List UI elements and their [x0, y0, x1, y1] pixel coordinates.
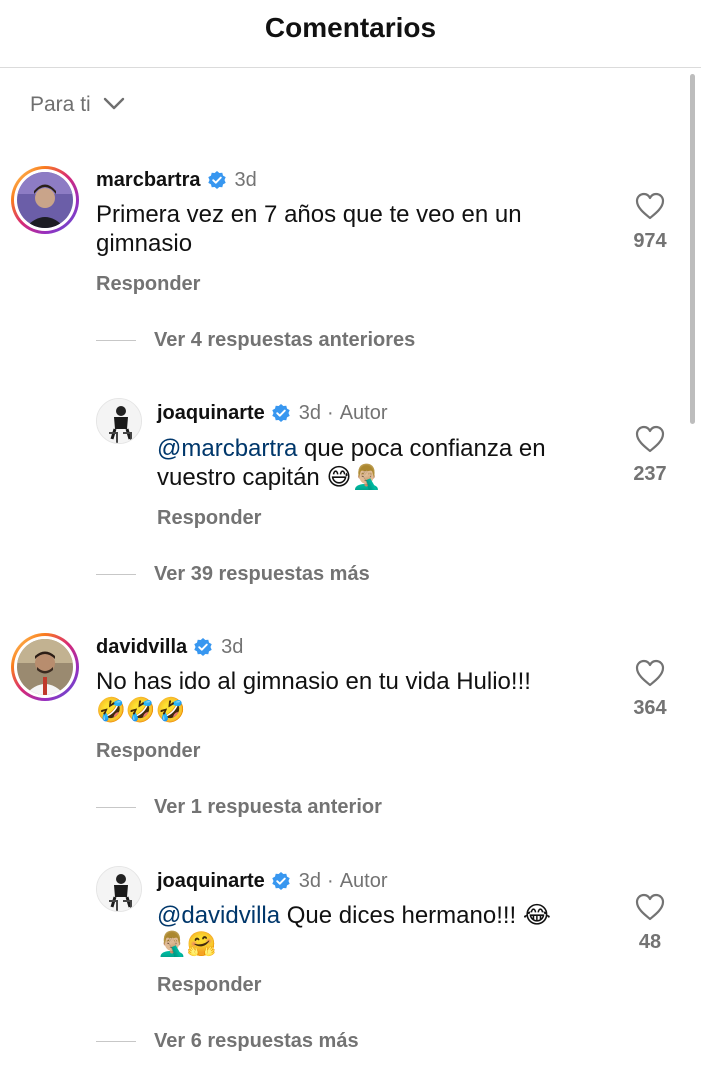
comment-time: 3d: [221, 635, 244, 658]
comment-text: No has ido al gimnasio en tu vida Hulio!…: [96, 668, 531, 724]
sort-label: Para ti: [30, 93, 91, 116]
divider: [96, 573, 136, 575]
username[interactable]: joaquinarte: [157, 870, 265, 893]
avatar[interactable]: [11, 633, 79, 701]
like-count: 364: [633, 697, 667, 719]
reply-button[interactable]: Responder: [96, 273, 200, 296]
view-replies-button[interactable]: Ver 6 respuestas más: [96, 1027, 359, 1055]
chevron-down-icon: [103, 93, 125, 117]
mention-link[interactable]: @marcbartra: [157, 435, 297, 462]
avatar[interactable]: [11, 166, 79, 234]
verified-badge-icon: [207, 170, 227, 190]
avatar[interactable]: [96, 866, 142, 912]
page-title: Comentarios: [264, 12, 437, 43]
reply-button[interactable]: Responder: [157, 974, 261, 997]
mention-link[interactable]: @davidvilla: [157, 902, 280, 929]
scrollbar[interactable]: [690, 74, 695, 424]
emoji: 🤣🤣🤣: [96, 697, 186, 724]
comment-time: 3d: [298, 401, 322, 424]
reply-button[interactable]: Responder: [157, 507, 261, 530]
emoji: 🤦🏼‍♂️🤗: [157, 931, 217, 958]
view-replies-button[interactable]: Ver 39 respuestas más: [96, 560, 370, 588]
comment-text: Primera vez en 7 años que te veo en un g…: [96, 201, 522, 257]
like-button[interactable]: 237: [614, 425, 686, 486]
like-button[interactable]: 974: [614, 192, 686, 253]
username[interactable]: joaquinarte: [157, 402, 265, 425]
sort-dropdown[interactable]: Para ti: [30, 90, 125, 120]
comment-time: 3d: [298, 869, 322, 892]
author-label: Autor: [339, 401, 388, 424]
verified-badge-icon: [271, 403, 291, 423]
divider: [96, 339, 136, 341]
avatar[interactable]: [96, 398, 142, 444]
author-label: Autor: [339, 869, 388, 892]
username[interactable]: davidvilla: [96, 636, 187, 659]
view-replies-button[interactable]: Ver 1 respuesta anterior: [96, 793, 382, 821]
view-replies-button[interactable]: Ver 4 respuestas anteriores: [96, 326, 415, 354]
like-button[interactable]: 364: [614, 659, 686, 720]
like-button[interactable]: 48: [614, 893, 686, 954]
reply-button[interactable]: Responder: [96, 740, 200, 763]
like-count: 974: [633, 230, 667, 252]
heart-icon: [614, 893, 686, 921]
divider: [96, 1040, 136, 1042]
verified-badge-icon: [271, 871, 291, 891]
comment-text: @marcbartra que poca confianza en vuestr…: [157, 435, 546, 491]
heart-icon: [614, 192, 686, 220]
username[interactable]: marcbartra: [96, 169, 201, 192]
header: Comentarios: [0, 0, 701, 68]
emoji: 😅🤦🏼‍♂️: [326, 464, 382, 491]
like-count: 237: [633, 463, 667, 485]
divider: [96, 806, 136, 808]
heart-icon: [614, 659, 686, 687]
verified-badge-icon: [193, 637, 213, 657]
emoji: 😂: [522, 902, 551, 929]
heart-icon: [614, 425, 686, 453]
comment-text: @davidvilla Que dices hermano!!! 😂 🤦🏼‍♂️…: [157, 902, 551, 958]
comment-time: 3d: [234, 168, 257, 191]
like-count: 48: [638, 931, 662, 953]
